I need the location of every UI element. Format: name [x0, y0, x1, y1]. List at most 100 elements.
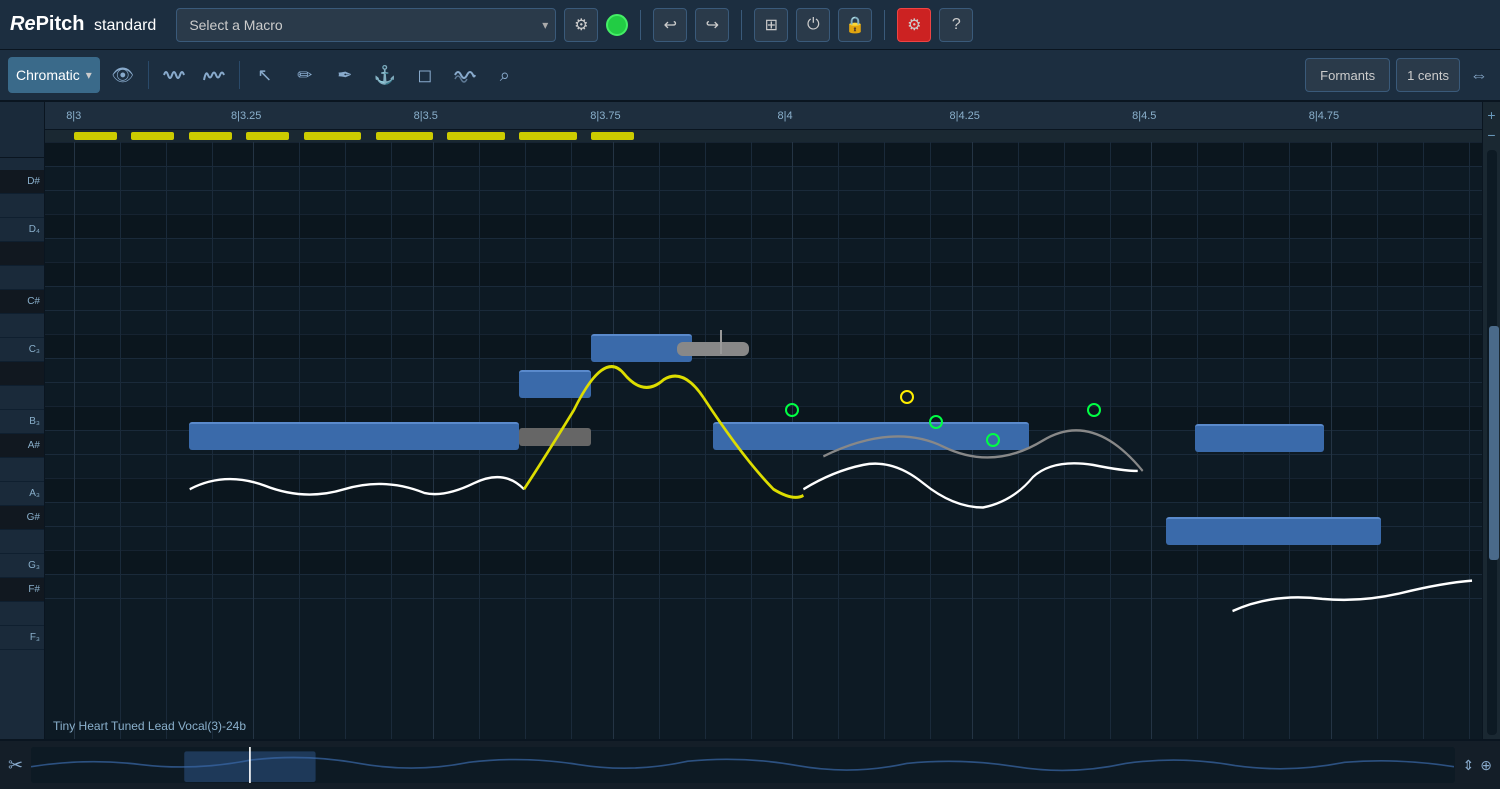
grid-hline-13	[45, 454, 1482, 455]
redo-button[interactable]: ↪	[695, 8, 729, 42]
tool-pencil-button[interactable]: ✏	[288, 58, 322, 92]
timeline: 8|3 8|3.25 8|3.5 8|3.75 8|4 8|4.25 8|4.5…	[45, 102, 1482, 130]
pitch-handle-1[interactable]	[519, 428, 591, 446]
sliders-button[interactable]: ⚙	[564, 8, 598, 42]
help-button[interactable]: ?	[939, 8, 973, 42]
undo-button[interactable]: ↩	[653, 8, 687, 42]
vline-30	[1377, 142, 1378, 739]
key-b3-upper	[0, 362, 44, 386]
ear-icon: 👁	[111, 65, 134, 86]
right-panel: + −	[1482, 102, 1500, 739]
sharp-row-bg-6	[45, 550, 1482, 574]
note-block-a3-right[interactable]	[1195, 424, 1324, 452]
formants-button[interactable]: Formants	[1305, 58, 1390, 92]
macro-select[interactable]: Select a Macro	[176, 8, 556, 42]
pitch-stem	[720, 330, 722, 354]
note-block-b3-left[interactable]	[519, 370, 591, 398]
tool-waveform-button[interactable]	[157, 58, 191, 92]
grid-icon: ⊞	[765, 15, 778, 35]
zoom-out-button[interactable]: −	[1483, 126, 1500, 144]
vline-1	[74, 142, 75, 739]
logo-standard: standard	[94, 17, 156, 34]
timeline-mark-6: 8|4.25	[949, 110, 979, 122]
yellow-marker-8	[519, 132, 576, 140]
piano-keys: D# D₄ C# C₃ B₃ A# A₃ G# G₃ F# F₃	[0, 102, 45, 739]
grid-button[interactable]: ⊞	[754, 8, 788, 42]
chromatic-selector[interactable]: Chromatic ▾	[8, 57, 100, 93]
tool-eraser-button[interactable]: ◻	[408, 58, 442, 92]
pitch-correction-handle[interactable]	[677, 342, 749, 356]
key-c3: C₃	[0, 338, 44, 362]
grid-hline-1	[45, 166, 1482, 167]
tool-search-button[interactable]: ⌕	[488, 58, 522, 92]
ctrl-point-3[interactable]	[986, 433, 1000, 447]
sharp-row-bg-5	[45, 478, 1482, 502]
key-asharp: A#	[0, 434, 44, 458]
tool-ear-button[interactable]: 👁	[106, 58, 140, 92]
vline-14	[659, 142, 660, 739]
pitch-grid[interactable]: Tiny Heart Tuned Lead Vocal(3)-24b	[45, 142, 1482, 739]
key-gsharp: G#	[0, 506, 44, 530]
tool-pen-button[interactable]: ✒	[328, 58, 362, 92]
vline-31	[1423, 142, 1424, 739]
grid-hline-4	[45, 238, 1482, 239]
scroll-thumb[interactable]	[1489, 326, 1499, 560]
strip-right-icons: ⇕ ⊕	[1463, 757, 1492, 774]
grid-wrapper: 8|3 8|3.25 8|3.5 8|3.75 8|4 8|4.25 8|4.5…	[45, 102, 1482, 739]
key-c4	[0, 266, 44, 290]
waveform-zoom-button[interactable]: ⇕	[1463, 757, 1475, 774]
grid-hline-6	[45, 286, 1482, 287]
note-block-g3[interactable]	[1166, 517, 1382, 545]
status-indicator	[606, 14, 628, 36]
key-f3: F₃	[0, 626, 44, 650]
tool-separator-2	[239, 61, 240, 89]
expand-button[interactable]: ⇔	[1466, 61, 1492, 90]
timeline-mark-1: 8|3	[66, 110, 81, 122]
key-d4-upper	[0, 194, 44, 218]
timeline-mark-7: 8|4.5	[1132, 110, 1156, 122]
scissor-icon[interactable]: ✂	[8, 755, 23, 776]
logo-re: Re	[10, 13, 36, 35]
timeline-marks: 8|3 8|3.25 8|3.5 8|3.75 8|4 8|4.25 8|4.5…	[45, 102, 1482, 129]
separator-2	[741, 10, 742, 40]
main-area: D# D₄ C# C₃ B₃ A# A₃ G# G₃ F# F₃ 8|3 8|3…	[0, 102, 1500, 739]
key-b3: B₃	[0, 410, 44, 434]
waveform-icon	[163, 66, 185, 84]
track-label: Tiny Heart Tuned Lead Vocal(3)-24b	[53, 719, 246, 733]
settings-red-button[interactable]: ⚙	[897, 8, 931, 42]
key-csharp-upper	[0, 242, 44, 266]
undo-icon: ↩	[664, 15, 677, 35]
waveform-strip[interactable]	[31, 747, 1454, 783]
power-button[interactable]: ⏻	[796, 8, 830, 42]
key-g3-above	[0, 530, 44, 554]
top-toolbar: RePitch standard Select a Macro ▾ ⚙ ↩ ↪ …	[0, 0, 1500, 50]
cents-value: 1 cents	[1407, 68, 1449, 83]
tool-waves-button[interactable]	[448, 58, 482, 92]
separator-1	[640, 10, 641, 40]
lock-button[interactable]: 🔒	[838, 8, 872, 42]
chromatic-label: Chromatic	[16, 67, 80, 83]
vertical-scrollbar[interactable]	[1487, 150, 1497, 735]
zoom-in-button[interactable]: +	[1483, 106, 1500, 124]
vline-32	[1469, 142, 1470, 739]
yellow-marker-6	[376, 132, 433, 140]
ctrl-point-4[interactable]	[1087, 403, 1101, 417]
note-block-a3-mid[interactable]	[713, 422, 1029, 450]
ctrl-point-2[interactable]	[929, 415, 943, 429]
tool-squiggle-button[interactable]	[197, 58, 231, 92]
key-fsharp: F#	[0, 578, 44, 602]
ctrl-point-yellow[interactable]	[900, 390, 914, 404]
key-g3: G₃	[0, 554, 44, 578]
tool-pointer-button[interactable]: ↖	[248, 58, 282, 92]
yellow-marker-4	[246, 132, 289, 140]
strip-zoom-button[interactable]: ⊕	[1480, 757, 1492, 774]
vline-23	[1064, 142, 1065, 739]
second-toolbar: Chromatic ▾ 👁 ↖ ✏ ✒ ⚓ ◻ ⌕ F	[0, 50, 1500, 102]
sharp-row-bg-1	[45, 214, 1482, 238]
waveform-svg	[31, 747, 1454, 783]
ctrl-point-1[interactable]	[785, 403, 799, 417]
tool-anchor-button[interactable]: ⚓	[368, 58, 402, 92]
key-csharp: C#	[0, 290, 44, 314]
note-block-a3-left[interactable]	[189, 422, 520, 450]
waves-icon	[454, 66, 476, 84]
